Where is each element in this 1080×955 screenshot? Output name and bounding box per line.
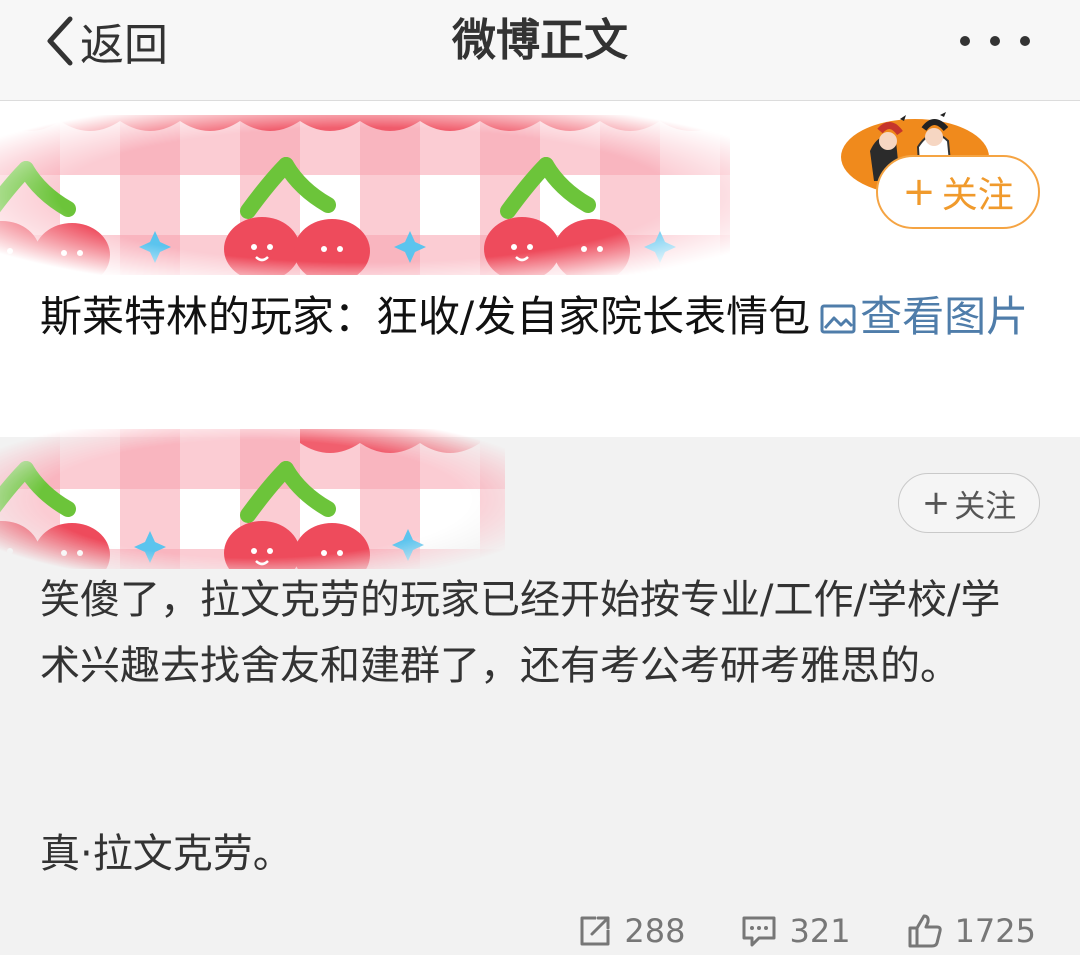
follow-label: 关注 bbox=[941, 175, 1014, 216]
view-picture-label: 查看图片 bbox=[860, 292, 1029, 341]
more-dots-icon[interactable] bbox=[960, 28, 1030, 54]
plus-icon: + bbox=[902, 169, 936, 215]
like-count: 1725 bbox=[954, 912, 1036, 950]
view-picture-link[interactable]: 查看图片 bbox=[810, 292, 1028, 341]
commenter-name-banner-sticker bbox=[0, 429, 505, 569]
back-label: 返回 bbox=[80, 20, 168, 71]
comment-text-second-paragraph: 真·拉文克劳。 bbox=[40, 831, 293, 877]
follow-button[interactable]: + 关注 bbox=[876, 155, 1040, 229]
image-icon bbox=[810, 292, 860, 341]
comment-count: 321 bbox=[789, 912, 851, 950]
chevron-left-icon bbox=[44, 15, 74, 67]
follow-button-commenter[interactable]: + 关注 bbox=[898, 473, 1040, 533]
comment-text: 笑傻了，拉文克劳的玩家已经开始按专业/工作/学校/学术兴趣去找舍友和建群了，还有… bbox=[40, 577, 1001, 689]
comment-icon bbox=[741, 914, 789, 948]
plus-icon: + bbox=[921, 483, 951, 523]
follow-label: 关注 bbox=[954, 488, 1017, 525]
weibo-detail-page: 返回 微博正文 + 关注 斯莱特林的玩家：狂收/发自家院长表情包 查看图片 + … bbox=[0, 0, 1080, 955]
repost-comment-section: + 关注 笑傻了，拉文克劳的玩家已经开始按专业/工作/学校/学术兴趣去找舍友和建… bbox=[0, 429, 1080, 955]
share-icon bbox=[578, 914, 624, 948]
repost-count: 288 bbox=[624, 912, 686, 950]
action-bar: 288 321 1725 bbox=[522, 907, 1036, 955]
nav-bar: 返回 微博正文 bbox=[0, 0, 1080, 101]
thumbs-up-icon bbox=[907, 913, 955, 949]
comment-action[interactable]: 321 bbox=[741, 912, 851, 950]
back-button[interactable]: 返回 bbox=[44, 10, 168, 72]
user-name-banner-sticker bbox=[0, 115, 730, 275]
repost-action[interactable]: 288 bbox=[578, 912, 685, 950]
original-post-card: + 关注 斯莱特林的玩家：狂收/发自家院长表情包 查看图片 bbox=[0, 101, 1080, 437]
post-body: 斯莱特林的玩家：狂收/发自家院长表情包 bbox=[40, 292, 811, 341]
post-text: 斯莱特林的玩家：狂收/发自家院长表情包 查看图片 bbox=[40, 285, 1040, 349]
like-action[interactable]: 1725 bbox=[907, 912, 1036, 950]
